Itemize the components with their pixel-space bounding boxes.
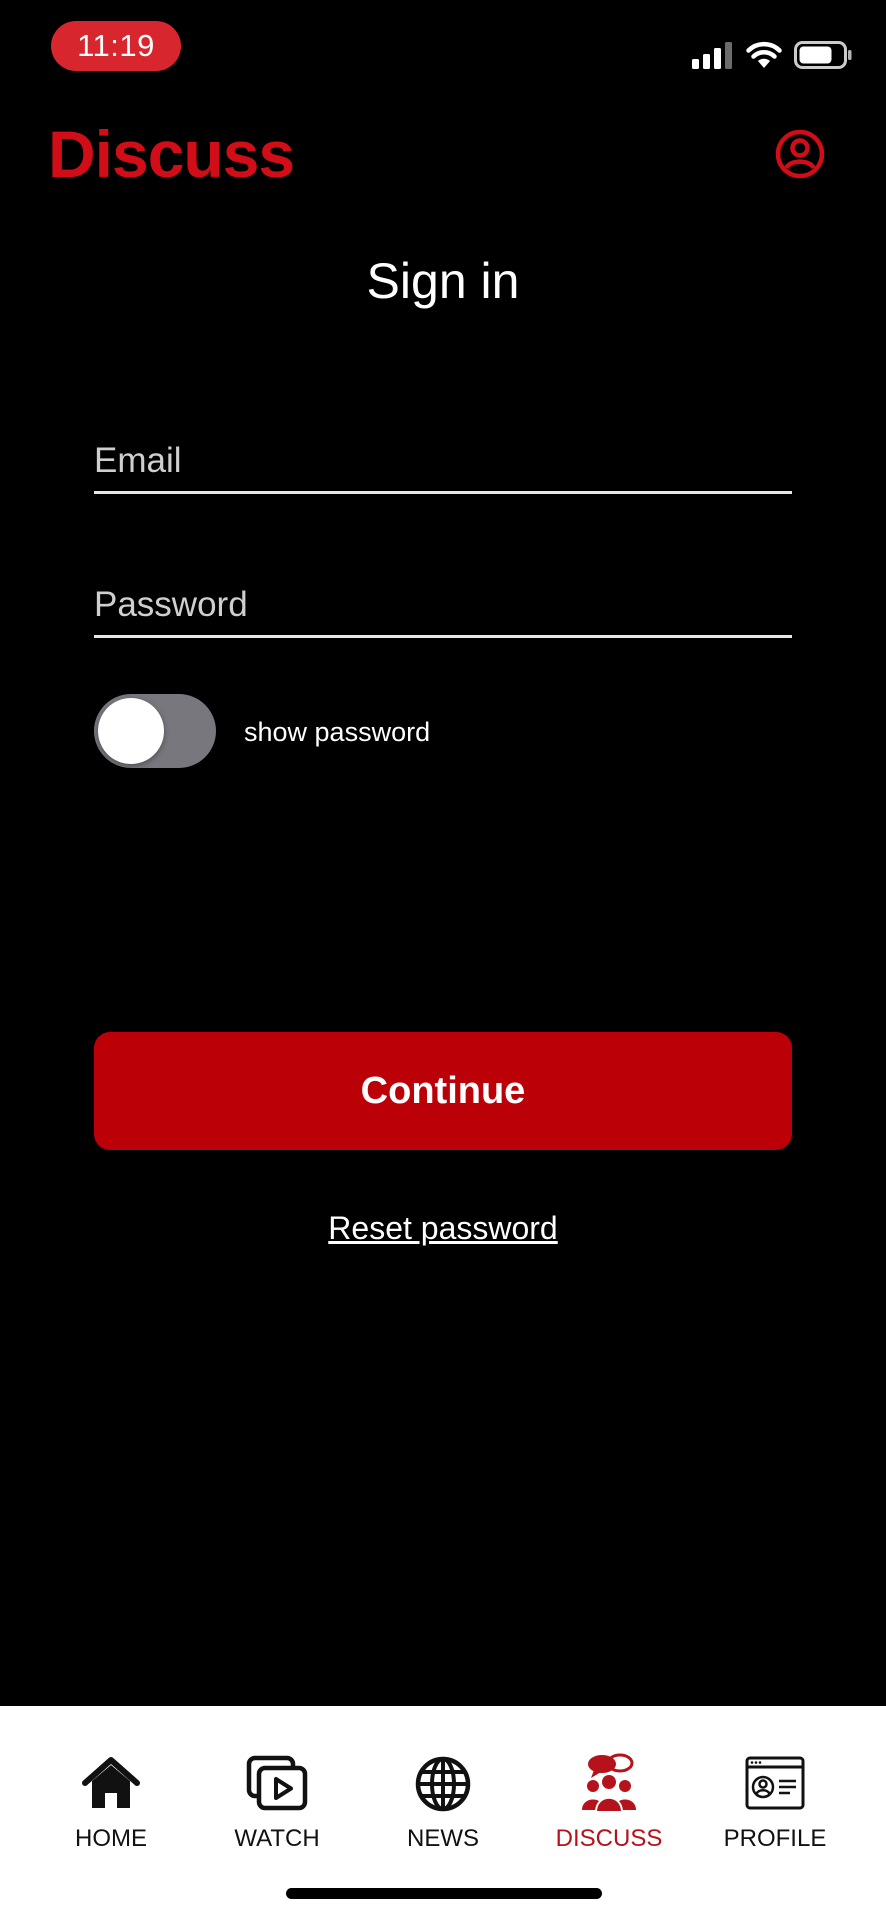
email-field-container xyxy=(94,432,792,494)
show-password-toggle[interactable] xyxy=(94,694,216,768)
nav-item-discuss[interactable]: DISCUSS xyxy=(526,1706,692,1876)
page-title: Sign in xyxy=(366,253,520,309)
nav-item-home[interactable]: HOME xyxy=(28,1706,194,1876)
nav-label: HOME xyxy=(75,1825,147,1852)
status-icons xyxy=(692,38,852,72)
wifi-icon xyxy=(746,41,782,68)
nav-label: NEWS xyxy=(407,1825,479,1852)
account-circle-icon[interactable] xyxy=(774,128,826,180)
status-time: 11:19 xyxy=(51,21,181,71)
globe-icon xyxy=(415,1756,471,1812)
email-field[interactable] xyxy=(94,432,792,490)
home-indicator[interactable] xyxy=(286,1888,602,1899)
app-title: Discuss xyxy=(48,117,295,191)
nav-label: WATCH xyxy=(234,1825,320,1852)
video-play-icon xyxy=(246,1755,308,1811)
nav-item-profile[interactable]: PROFILE xyxy=(692,1706,858,1876)
nav-label: PROFILE xyxy=(723,1825,827,1852)
password-field-container xyxy=(94,576,792,638)
sign-in-screen: 11:19 Discuss Sign in Email show passwor… xyxy=(0,0,886,1920)
show-password-label: show password xyxy=(244,717,431,747)
profile-card-icon xyxy=(745,1756,805,1810)
discussion-group-icon xyxy=(582,1753,636,1813)
toggle-knob xyxy=(98,698,164,764)
nav-item-watch[interactable]: WATCH xyxy=(194,1706,360,1876)
cellular-signal-icon xyxy=(692,42,732,69)
battery-icon xyxy=(794,41,852,69)
continue-button[interactable]: Continue xyxy=(94,1032,792,1150)
home-icon xyxy=(82,1757,140,1808)
status-bar: 11:19 xyxy=(0,0,886,100)
reset-password-link[interactable]: Reset password xyxy=(0,1208,886,1248)
password-field[interactable] xyxy=(94,576,792,634)
nav-item-news[interactable]: NEWS xyxy=(360,1706,526,1876)
nav-label: DISCUSS xyxy=(555,1825,663,1852)
